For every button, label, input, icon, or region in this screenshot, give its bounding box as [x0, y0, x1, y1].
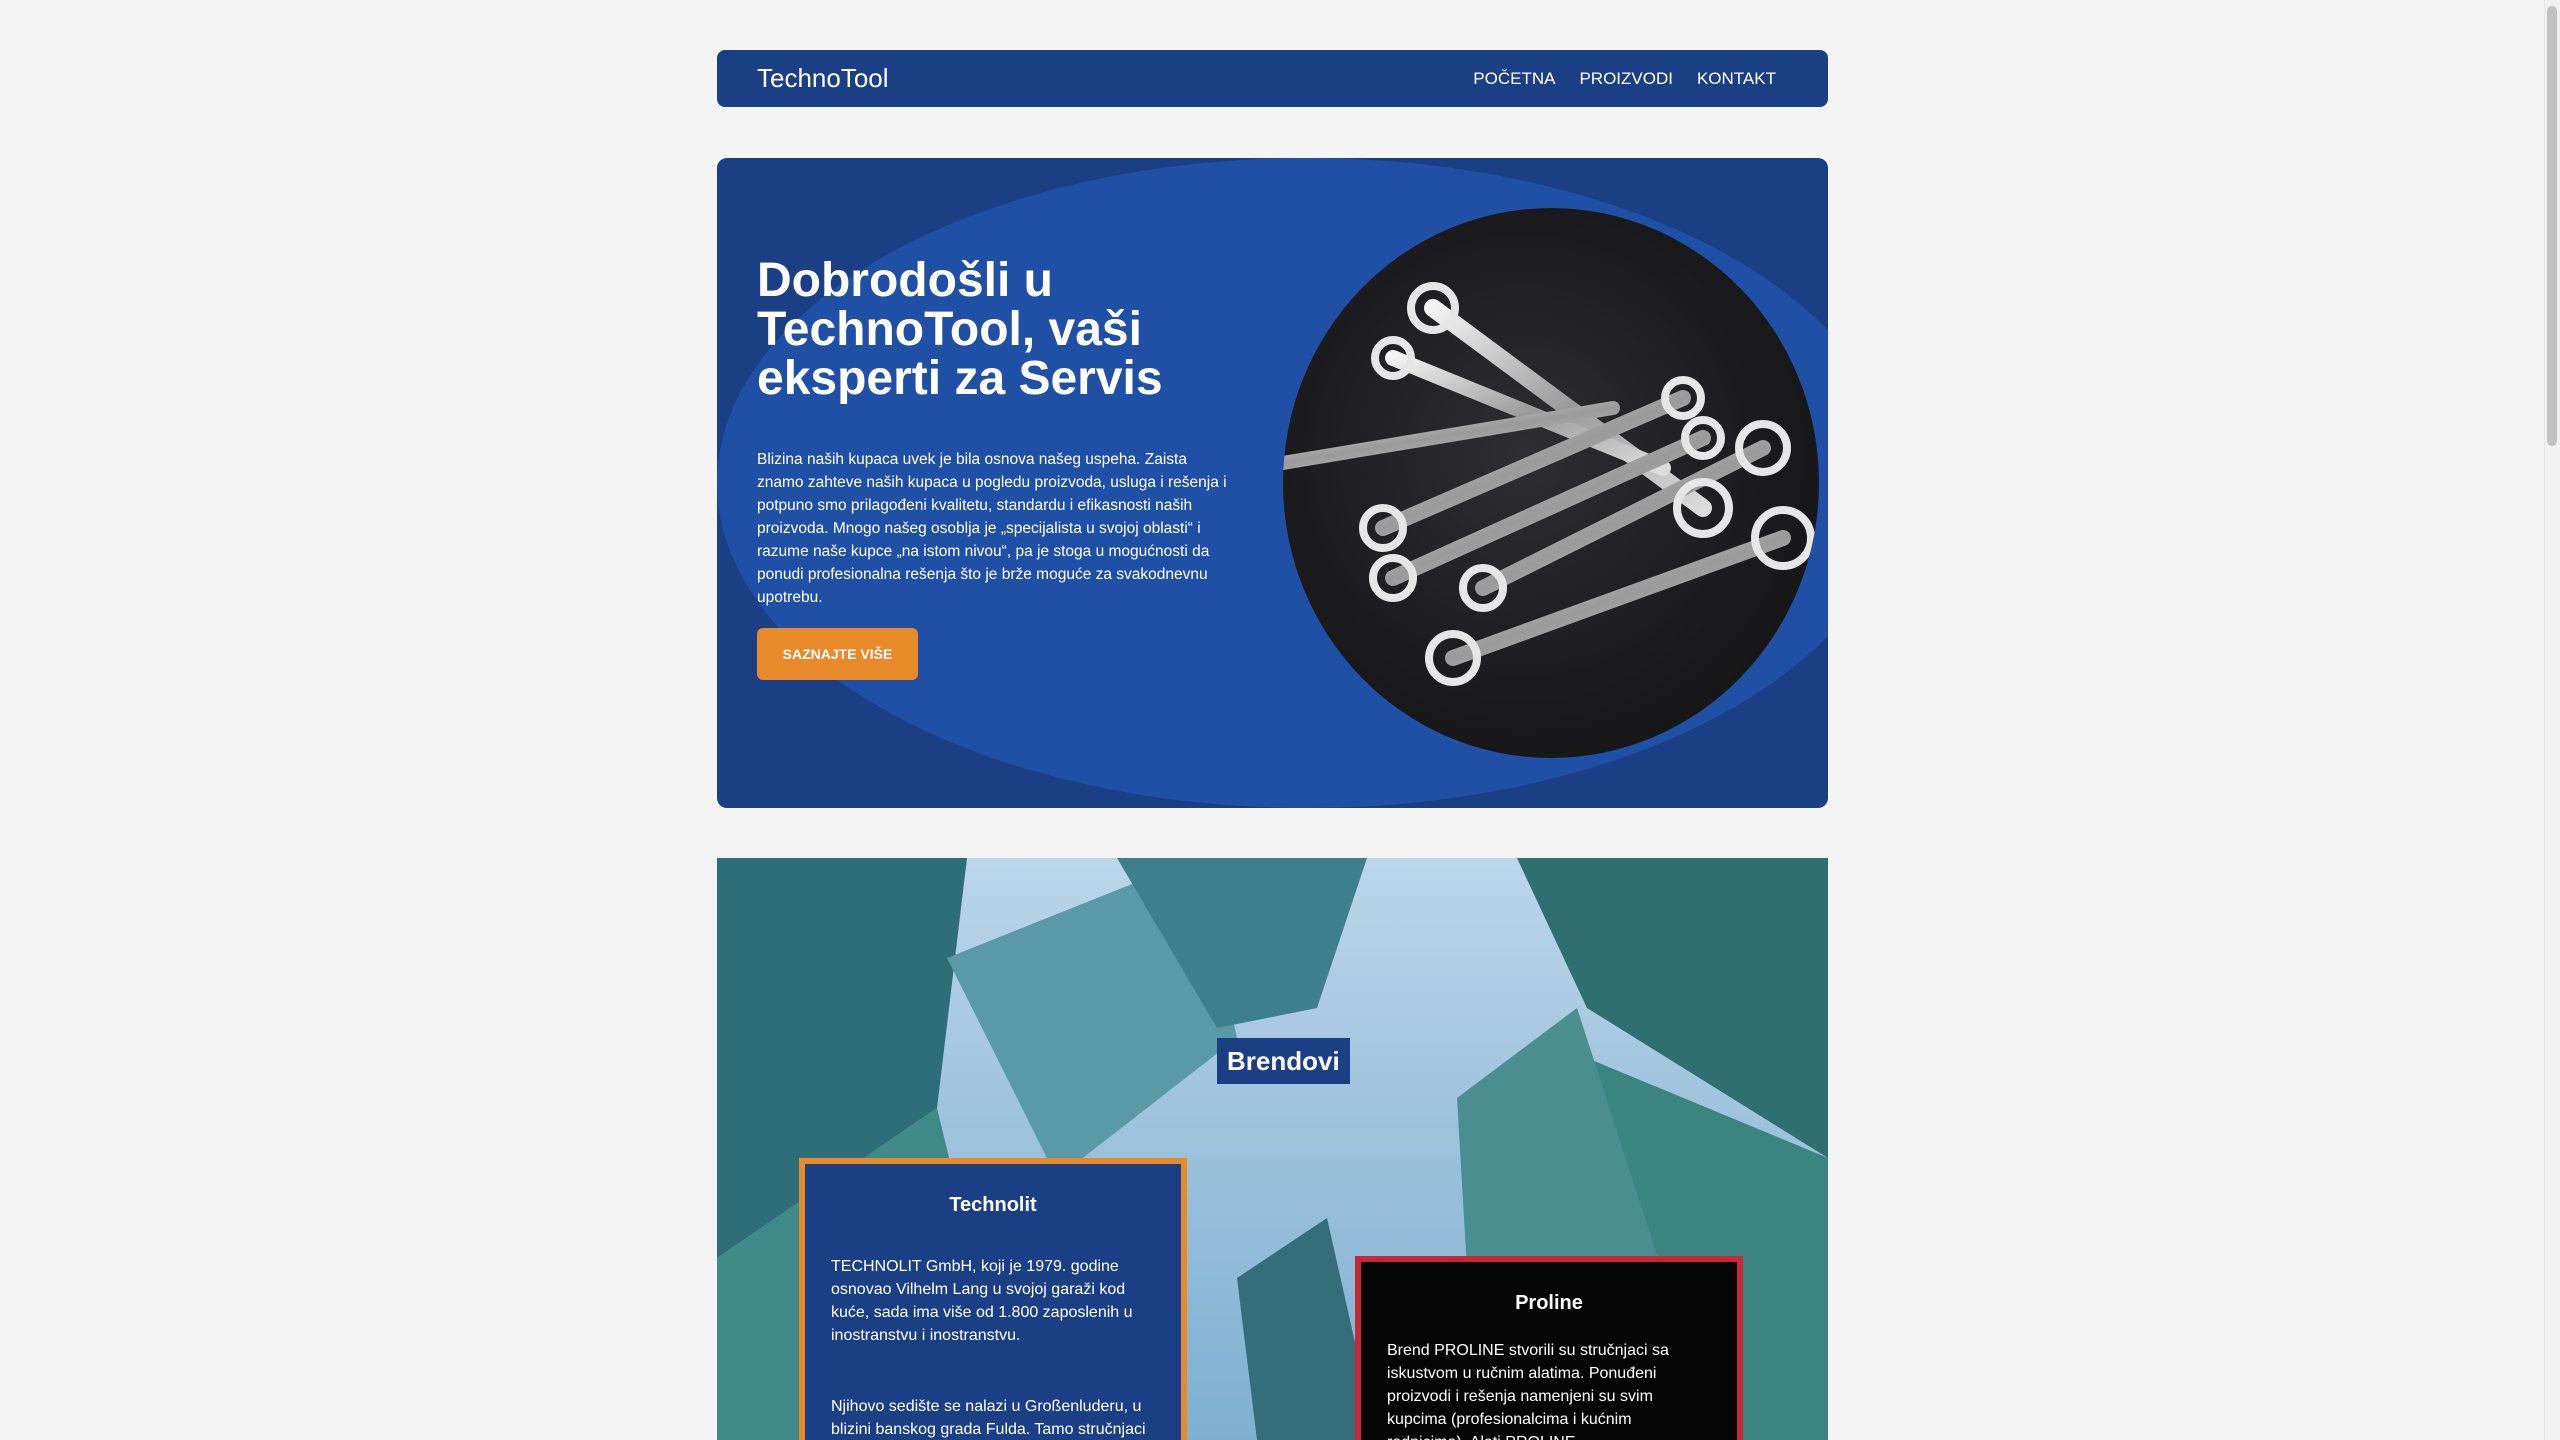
hero-title: Dobrodošli u TechnoTool, vaši eksperti z…	[757, 254, 1163, 405]
card-title: Technolit	[949, 1194, 1037, 1216]
hero-description: Blizina naših kupaca uvek je bila osnova…	[757, 451, 1227, 606]
card-text: TECHNOLIT GmbH, koji je 1979. godine osn…	[831, 1258, 1133, 1344]
learn-more-button[interactable]: SAZNAJTE VIŠE	[757, 628, 918, 680]
scrollbar[interactable]	[2544, 0, 2560, 1440]
brands-section: Brendovi Technolit TECHNOLIT GmbH, koji …	[717, 858, 1828, 1440]
nav-link-kontakt[interactable]: KONTAKT	[1697, 69, 1776, 89]
brand-card-proline: Proline Brend PROLINE stvorili su stručn…	[1355, 1256, 1743, 1440]
nav-links: POČETNA PROIZVODI KONTAKT	[1473, 69, 1776, 89]
brand-card-technolit: Technolit TECHNOLIT GmbH, koji je 1979. …	[799, 1158, 1187, 1440]
card-text: Njihovo sedište se nalazi u Großenluderu…	[831, 1398, 1146, 1438]
hero-section: Dobrodošli u TechnoTool, vaši eksperti z…	[717, 158, 1828, 808]
card-title: Proline	[1515, 1292, 1583, 1314]
nav-link-pocetna[interactable]: POČETNA	[1473, 69, 1555, 89]
navbar: TechnoTool POČETNA PROIZVODI KONTAKT	[717, 50, 1828, 107]
card-text: Brend PROLINE stvorili su stručnjaci sa …	[1387, 1342, 1669, 1440]
wrench-set-icon	[1283, 208, 1819, 758]
brands-title: Brendovi	[1217, 1038, 1350, 1084]
scrollbar-thumb[interactable]	[2547, 6, 2557, 446]
brand-logo[interactable]: TechnoTool	[757, 63, 889, 94]
nav-link-proizvodi[interactable]: PROIZVODI	[1579, 69, 1673, 89]
